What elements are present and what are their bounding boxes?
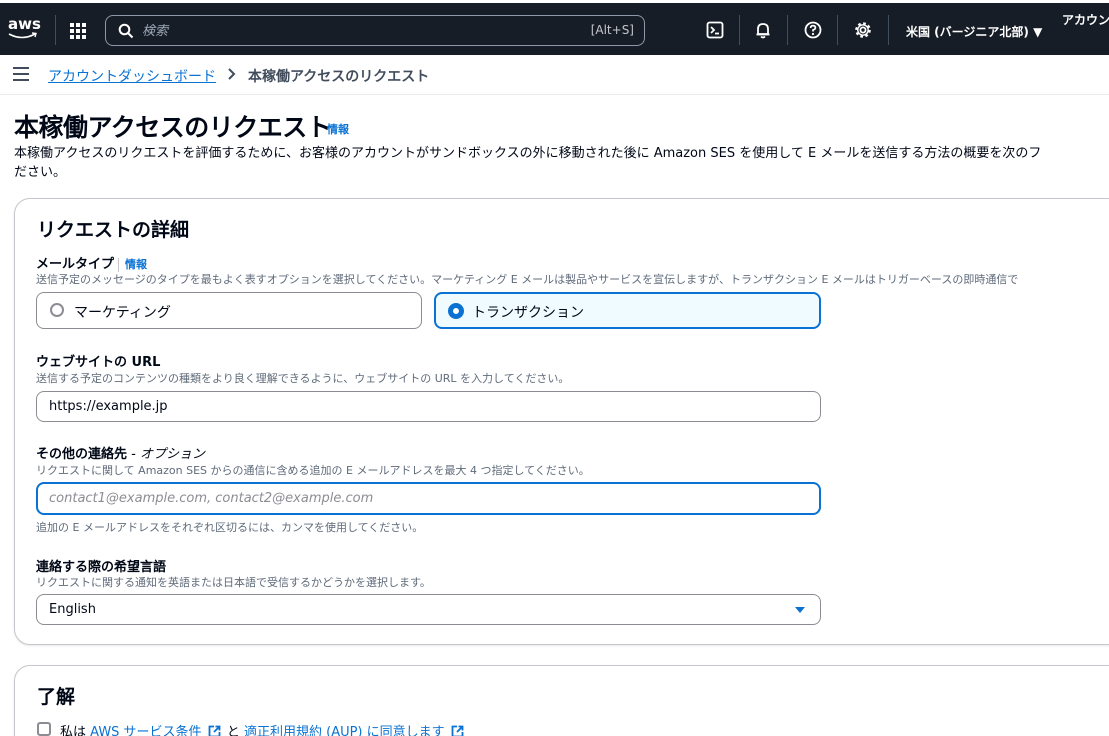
nav-divider — [55, 15, 56, 45]
label-divider — [118, 257, 120, 272]
agree-prefix: 私は — [60, 725, 91, 736]
search-box[interactable]: [Alt+S] — [105, 15, 645, 46]
optional-marker: - オプション — [127, 447, 205, 462]
page-description-line1: 本稼働アクセスのリクエストを評価するために、お客様のアカウントがサンドボックスの… — [14, 146, 1042, 161]
preferred-language-select[interactable]: English — [36, 594, 821, 625]
additional-contacts-hint: 追加の E メールアドレスをそれぞれ区切るには、カンマを使用してください。 — [36, 521, 424, 534]
search-input[interactable] — [142, 21, 562, 41]
acknowledgement-heading: 了解 — [37, 686, 76, 708]
search-shortcut: [Alt+S] — [590, 23, 634, 37]
title-info-link[interactable]: 情報 — [327, 121, 349, 137]
aws-logo-text: aws — [8, 15, 41, 33]
nav-divider — [739, 15, 740, 45]
agree-checkbox[interactable] — [37, 722, 51, 736]
aws-smile-icon — [8, 32, 37, 39]
caret-down-icon — [795, 607, 805, 613]
mail-type-option-transactional[interactable]: トランザクション — [434, 292, 821, 329]
additional-contacts-label-text: その他の連絡先 — [36, 447, 128, 462]
additional-contacts-description: リクエストに関して Amazon SES からの通信に含める追加の E メールア… — [36, 464, 590, 477]
nav-divider — [888, 15, 889, 45]
search-icon — [118, 23, 134, 39]
top-navigation: aws [Alt+S] — [0, 0, 1109, 55]
additional-contacts-input[interactable] — [36, 482, 821, 515]
additional-contacts-label: その他の連絡先 - オプション — [36, 443, 205, 462]
region-selector[interactable]: 米国 (バージニア北部) ▼ — [906, 23, 1042, 40]
aws-logo[interactable]: aws — [8, 17, 42, 41]
chevron-right-icon — [228, 68, 236, 80]
mail-type-label: メールタイプ 情報 — [36, 253, 147, 272]
mail-type-label-text: メールタイプ — [36, 257, 115, 272]
agree-middle: と — [226, 725, 244, 736]
website-url-description: 送信する予定のコンテンツの種類をより良く理解できるように、ウェブサイトの URL… — [36, 372, 570, 385]
help-icon[interactable] — [803, 20, 823, 40]
breadcrumb-current: 本稼働アクセスのリクエスト — [248, 69, 430, 85]
radio-transactional[interactable] — [448, 303, 464, 319]
page-description-line2: ださい。 — [14, 165, 67, 180]
breadcrumb-bar: アカウントダッシュボード 本稼働アクセスのリクエスト — [0, 55, 1109, 95]
external-link-icon — [451, 725, 464, 736]
preferred-language-description: リクエストに関する通知を英語または日本語で受信するかどうかを選択します。 — [36, 576, 431, 589]
external-link-icon — [208, 725, 221, 736]
nav-divider — [837, 15, 838, 45]
hamburger-menu-icon[interactable] — [13, 67, 29, 81]
website-url-label: ウェブサイトの URL — [36, 355, 161, 370]
apps-grid-icon[interactable] — [68, 21, 90, 41]
preferred-language-label: 連絡する際の希望言語 — [36, 560, 167, 575]
mail-type-option-marketing[interactable]: マーケティング — [36, 292, 422, 329]
nav-divider — [787, 15, 788, 45]
page-description: 本稼働アクセスのリクエストを評価するために、お客様のアカウントがサンドボックスの… — [14, 144, 1109, 182]
acknowledgement-container: 了解 私は AWS サービス条件 と 適正利用規約 (AUP) に同意します — [14, 665, 1109, 736]
aws-service-terms-link[interactable]: AWS サービス条件 — [90, 725, 201, 736]
mail-type-option-label: マーケティング — [74, 305, 171, 321]
mail-type-info-link[interactable]: 情報 — [125, 258, 147, 271]
request-details-heading: リクエストの詳細 — [37, 219, 190, 241]
page-title: 本稼働アクセスのリクエスト — [14, 113, 332, 142]
request-details-container: リクエストの詳細 メールタイプ 情報 送信予定のメッセージのタイプを最もよく表すオ… — [14, 198, 1109, 645]
bell-icon[interactable] — [753, 20, 773, 40]
mail-type-option-label: トランザクション — [472, 305, 584, 321]
gear-icon[interactable] — [853, 20, 873, 40]
preferred-language-value: English — [49, 602, 96, 617]
radio-marketing[interactable] — [50, 303, 64, 317]
mail-type-description: 送信予定のメッセージのタイプを最もよく表すオプションを選択してください。マーケテ… — [36, 273, 1019, 286]
account-menu[interactable]: アカウン — [1062, 11, 1109, 28]
breadcrumb-account-dashboard[interactable]: アカウントダッシュボード — [48, 66, 216, 86]
cloudshell-icon[interactable] — [705, 20, 725, 40]
acceptable-use-policy-link[interactable]: 適正利用規約 (AUP) に同意します — [244, 725, 445, 736]
agree-text: 私は AWS サービス条件 と 適正利用規約 (AUP) に同意します — [60, 721, 466, 736]
website-url-input[interactable] — [36, 391, 821, 422]
